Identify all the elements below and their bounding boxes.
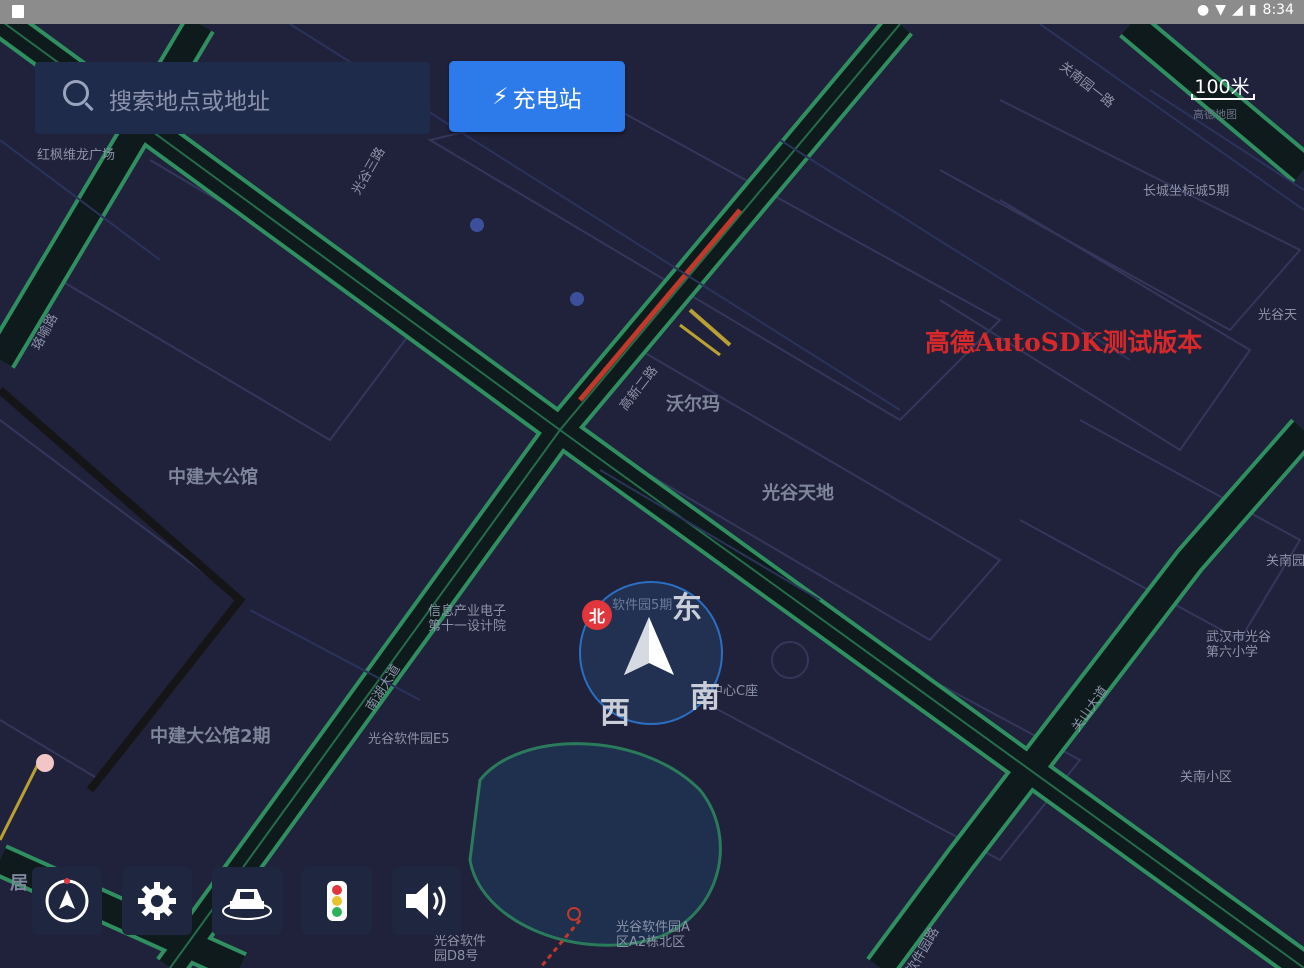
status-bar: ● ▼ ◢ ▮ 8:34 <box>0 0 1304 24</box>
status-time: 8:34 <box>1262 2 1294 18</box>
traffic-light-icon <box>327 881 347 921</box>
poi-ruanjian-d8[interactable]: 光谷软件 园D8号 <box>434 934 486 964</box>
poi-woerma[interactable]: 沃尔玛 <box>666 396 720 414</box>
volume-button[interactable] <box>392 867 462 935</box>
poi-zhongjian2[interactable]: 中建大公馆2期 <box>150 728 271 746</box>
poi-hongfeng[interactable]: 红枫维龙广场 <box>37 148 115 163</box>
settings-button[interactable] <box>122 867 192 935</box>
wifi-icon: ▼ <box>1215 2 1227 18</box>
compass-icon <box>45 878 89 923</box>
status-icons: ● ▼ ◢ ▮ 8:34 <box>1197 2 1294 18</box>
compass-west: 西 <box>600 696 630 731</box>
navigation-arrow-icon <box>624 617 674 675</box>
scale-source: 高德地图 <box>1193 108 1237 121</box>
battery-icon: ▮ <box>1248 2 1257 18</box>
charging-pin-icon[interactable] <box>570 292 584 306</box>
charging-station-button[interactable]: ⚡ 充电站 <box>449 61 625 132</box>
road-label-guannan-yuan: 关南园 <box>1266 554 1304 569</box>
poi-changcheng[interactable]: 长城坐标城5期 <box>1143 184 1229 199</box>
scale-bar <box>1191 94 1255 100</box>
poi-ruanjian-e5[interactable]: 光谷软件园E5 <box>368 732 450 747</box>
signal-icon: ◢ <box>1232 2 1243 18</box>
volume-icon <box>406 883 446 919</box>
poi-ruanjian-a[interactable]: 光谷软件园A 区A2栋北区 <box>616 920 690 950</box>
car-view-icon <box>222 889 272 920</box>
gear-icon <box>138 882 176 920</box>
compass-east: 东 <box>672 591 702 626</box>
poi-wuhanshi[interactable]: 武汉市光谷 第六小学 <box>1206 630 1271 660</box>
search-input[interactable]: 搜索地点或地址 <box>109 82 270 116</box>
poi-guannan-xq[interactable]: 关南小区 <box>1180 770 1232 785</box>
car-view-button[interactable] <box>212 867 282 935</box>
notification-icon <box>12 5 24 18</box>
traffic-toggle-button[interactable] <box>302 867 372 935</box>
search-icon <box>63 80 89 106</box>
charging-station-label: 充电站 <box>512 86 582 113</box>
person-pin-icon[interactable] <box>36 754 54 772</box>
poi-guanggutian[interactable]: 光谷天 <box>1258 308 1297 323</box>
map-roads <box>0 24 1304 968</box>
compass-south: 南 <box>690 680 720 715</box>
lightning-icon: ⚡ <box>492 83 509 110</box>
sdk-watermark: 高德AutoSDK测试版本 <box>925 328 1203 357</box>
poi-xinxi[interactable]: 信息产业电子 第十一设计院 <box>428 604 506 634</box>
map-view[interactable]: 红枫维龙广场 长城坐标城5期 光谷天 沃尔玛 光谷天地 中建大公馆 中建大公馆2… <box>0 24 1304 968</box>
search-box[interactable]: 搜索地点或地址 <box>35 62 430 134</box>
compass-north-badge: 北 <box>582 600 612 630</box>
poi-zhongjian[interactable]: 中建大公馆 <box>168 469 258 487</box>
compass-button[interactable] <box>32 867 102 935</box>
poi-guanggutiandi[interactable]: 光谷天地 <box>762 485 834 503</box>
charging-pin-icon[interactable] <box>470 218 484 232</box>
poi-ju[interactable]: 居 <box>10 875 28 893</box>
location-icon: ● <box>1197 2 1210 18</box>
